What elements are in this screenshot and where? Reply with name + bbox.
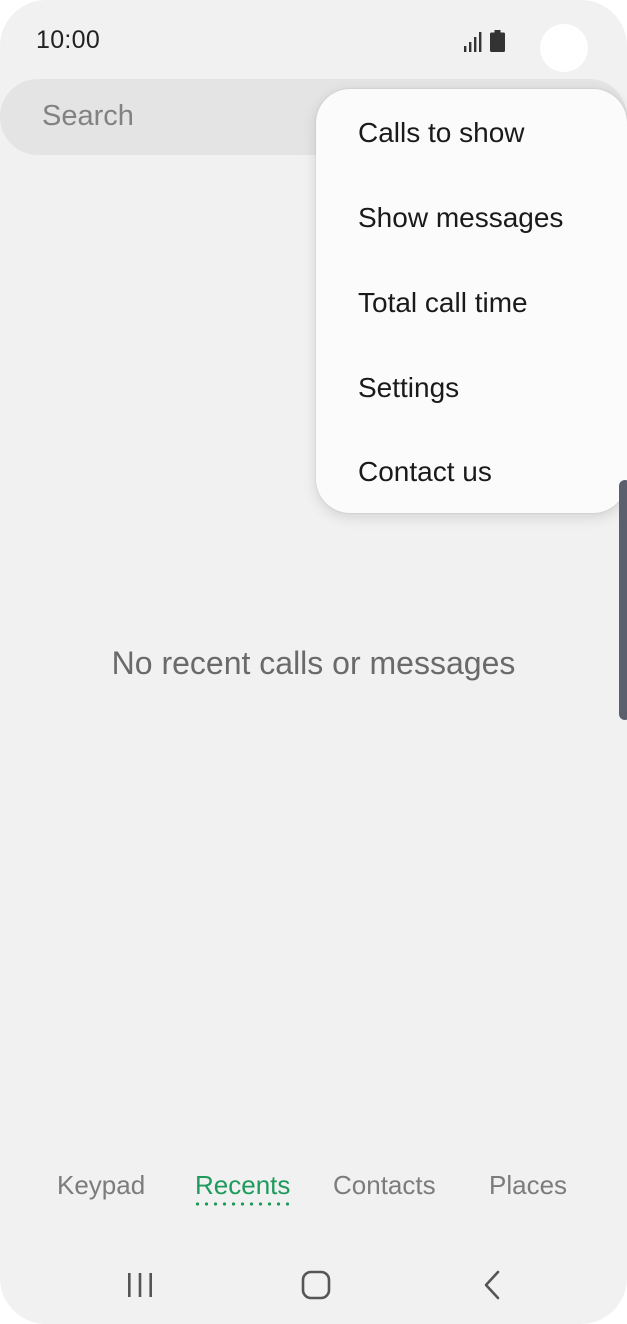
edge-panel-handle[interactable] (619, 480, 627, 720)
tab-places[interactable]: Places (489, 1170, 567, 1201)
home-icon[interactable] (300, 1270, 332, 1300)
menu-item-settings[interactable]: Settings (358, 372, 459, 404)
signal-bars-icon (464, 32, 482, 52)
tab-contacts[interactable]: Contacts (333, 1170, 436, 1201)
menu-item-total-call-time[interactable]: Total call time (358, 287, 528, 319)
search-placeholder[interactable]: Search (42, 100, 134, 133)
back-icon[interactable] (478, 1270, 510, 1300)
menu-item-show-messages[interactable]: Show messages (358, 202, 563, 234)
menu-item-contact-us[interactable]: Contact us (358, 456, 492, 488)
empty-state-message: No recent calls or messages (111, 645, 516, 681)
battery-icon (490, 30, 505, 52)
overflow-menu: Calls to show Show messages Total call t… (316, 89, 627, 513)
status-time: 10:00 (36, 26, 101, 54)
active-tab-indicator (193, 1202, 293, 1206)
tab-keypad[interactable]: Keypad (57, 1170, 145, 1201)
tab-recents[interactable]: Recents (195, 1170, 290, 1201)
menu-item-calls-to-show[interactable]: Calls to show (358, 117, 525, 149)
phone-screen: 10:00 Search No recent calls or messages… (0, 0, 627, 1324)
front-camera-cutout (540, 24, 588, 72)
recent-apps-icon[interactable] (124, 1270, 156, 1300)
